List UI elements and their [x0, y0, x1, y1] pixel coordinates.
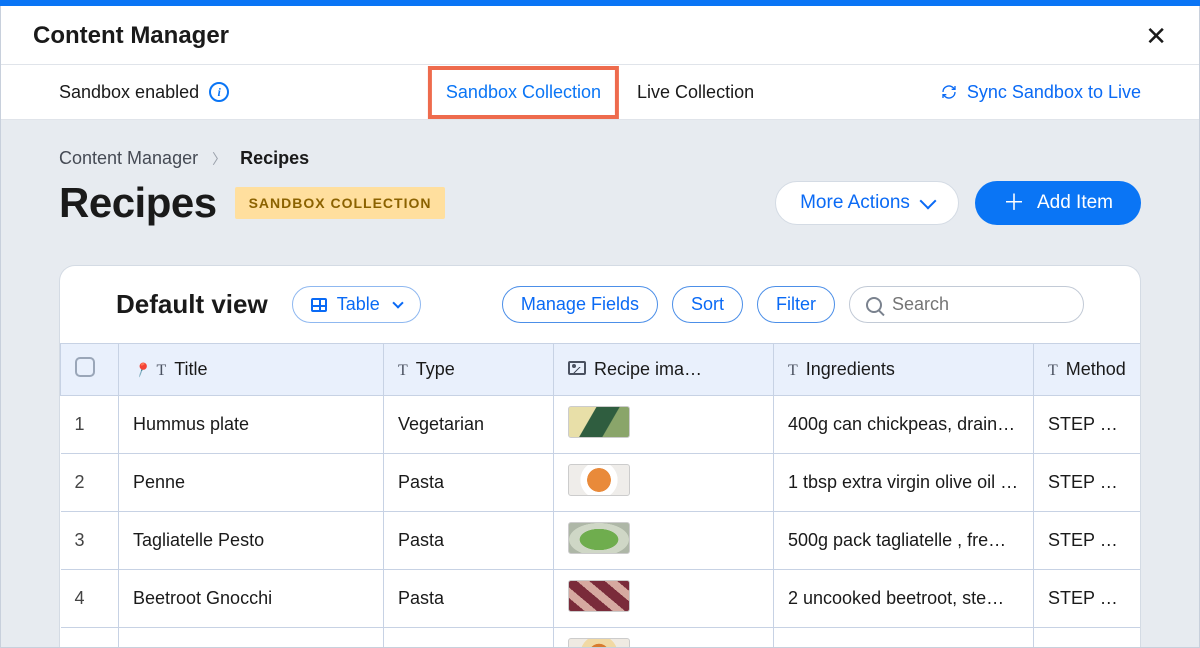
- data-card: Default view Table Manage Fields Sort Fi…: [59, 265, 1141, 648]
- row-number: 1: [61, 396, 119, 454]
- text-type-icon: T: [1048, 362, 1058, 380]
- close-button[interactable]: ✕: [1145, 23, 1167, 49]
- cell-ingredients[interactable]: 1 tbsp olive oil 4 rashers s…: [774, 628, 1034, 648]
- cell-title[interactable]: Spaghetti Bolognese: [119, 628, 384, 648]
- sandbox-status: Sandbox enabled i: [59, 82, 229, 103]
- search-icon: [866, 297, 882, 313]
- column-method[interactable]: TMethod: [1034, 344, 1141, 396]
- add-item-label: Add Item: [1037, 192, 1113, 214]
- cell-type[interactable]: Vegetarian: [384, 396, 554, 454]
- view-mode-selector[interactable]: Table: [292, 286, 421, 323]
- cell-method[interactable]: STEP 1 Thoroughly rinse: [1034, 396, 1141, 454]
- row-number: 3: [61, 512, 119, 570]
- manage-fields-button[interactable]: Manage Fields: [502, 286, 658, 323]
- app-title: Content Manager: [33, 22, 229, 50]
- table-icon: [311, 298, 327, 312]
- collection-sub-bar: Sandbox enabled i Sandbox Collection Liv…: [1, 65, 1199, 120]
- filter-button[interactable]: Filter: [757, 286, 835, 323]
- sandbox-badge: SANDBOX COLLECTION: [235, 187, 446, 219]
- cell-method[interactable]: STEP 1 Heat the oil in a f: [1034, 454, 1141, 512]
- column-type[interactable]: TType: [384, 344, 554, 396]
- sandbox-status-label: Sandbox enabled: [59, 82, 199, 103]
- cell-image[interactable]: [554, 512, 774, 570]
- cell-image[interactable]: [554, 454, 774, 512]
- column-image[interactable]: Recipe ima…: [554, 344, 774, 396]
- cell-type[interactable]: Pasta: [384, 454, 554, 512]
- row-number: 4: [61, 570, 119, 628]
- info-icon[interactable]: i: [209, 82, 229, 102]
- tab-live-collection[interactable]: Live Collection: [619, 66, 772, 119]
- cell-image[interactable]: [554, 396, 774, 454]
- column-ingredients[interactable]: TIngredients: [774, 344, 1034, 396]
- table-row[interactable]: 5 Spaghetti Bolognese Pasta 1 tbsp olive…: [61, 628, 1141, 648]
- search-field[interactable]: [849, 286, 1084, 323]
- sync-sandbox-button[interactable]: Sync Sandbox to Live: [941, 82, 1141, 103]
- row-number: 5: [61, 628, 119, 648]
- sync-icon: [941, 84, 957, 100]
- more-actions-button[interactable]: More Actions: [775, 181, 959, 225]
- column-title[interactable]: 📍TTitle: [119, 344, 384, 396]
- cell-title[interactable]: Penne: [119, 454, 384, 512]
- table-header-row: 📍TTitle TType Recipe ima… TIngredients T…: [61, 344, 1141, 396]
- breadcrumb: Content Manager 〉 Recipes: [59, 148, 1141, 169]
- table-row[interactable]: 4 Beetroot Gnocchi Pasta 2 uncooked beet…: [61, 570, 1141, 628]
- add-item-button[interactable]: ＋ Add Item: [975, 181, 1141, 225]
- select-all-header[interactable]: [61, 344, 119, 396]
- pin-icon: 📍: [131, 360, 153, 382]
- more-actions-label: More Actions: [800, 192, 910, 214]
- row-number: 2: [61, 454, 119, 512]
- cell-ingredients[interactable]: 1 tbsp extra virgin olive oil …: [774, 454, 1034, 512]
- sync-label: Sync Sandbox to Live: [967, 82, 1141, 103]
- recipe-thumbnail: [568, 406, 630, 438]
- app-frame: Content Manager ✕ Sandbox enabled i Sand…: [0, 6, 1200, 648]
- cell-type[interactable]: Pasta: [384, 570, 554, 628]
- recipe-thumbnail: [568, 638, 630, 648]
- cell-type[interactable]: Pasta: [384, 512, 554, 570]
- tab-sandbox-collection[interactable]: Sandbox Collection: [428, 66, 619, 119]
- cell-title[interactable]: Tagliatelle Pesto: [119, 512, 384, 570]
- cell-image[interactable]: [554, 628, 774, 648]
- table-row[interactable]: 2 Penne Pasta 1 tbsp extra virgin olive …: [61, 454, 1141, 512]
- collection-tabs: Sandbox Collection Live Collection: [428, 66, 772, 119]
- recipe-thumbnail: [568, 580, 630, 612]
- search-input[interactable]: [892, 294, 1067, 315]
- cell-method[interactable]: STEP 1 Boil spaghetti in a: [1034, 512, 1141, 570]
- table-row[interactable]: 3 Tagliatelle Pesto Pasta 500g pack tagl…: [61, 512, 1141, 570]
- sort-button[interactable]: Sort: [672, 286, 743, 323]
- cell-ingredients[interactable]: 500g pack tagliatelle , fre…: [774, 512, 1034, 570]
- chevron-right-icon: 〉: [212, 149, 226, 169]
- view-mode-label: Table: [337, 294, 380, 315]
- header-bar: Content Manager ✕: [1, 6, 1199, 65]
- cell-ingredients[interactable]: 400g can chickpeas, drain…: [774, 396, 1034, 454]
- chevron-down-icon: [919, 193, 936, 210]
- data-table: 📍TTitle TType Recipe ima… TIngredients T…: [60, 343, 1140, 648]
- page-title: Recipes: [59, 179, 217, 227]
- cell-method[interactable]: STEP 1 Heat the oven to: [1034, 570, 1141, 628]
- text-type-icon: T: [156, 362, 166, 380]
- cell-title[interactable]: Hummus plate: [119, 396, 384, 454]
- cell-type[interactable]: Pasta: [384, 628, 554, 648]
- breadcrumb-root[interactable]: Content Manager: [59, 148, 198, 169]
- page-title-row: Recipes SANDBOX COLLECTION More Actions …: [59, 179, 1141, 227]
- recipe-thumbnail: [568, 522, 630, 554]
- cell-title[interactable]: Beetroot Gnocchi: [119, 570, 384, 628]
- text-type-icon: T: [398, 362, 408, 380]
- view-name: Default view: [116, 289, 268, 320]
- cell-ingredients[interactable]: 2 uncooked beetroot, ste…: [774, 570, 1034, 628]
- breadcrumb-current: Recipes: [240, 148, 309, 169]
- image-icon: [568, 361, 586, 375]
- checkbox-icon: [75, 357, 95, 377]
- cell-method[interactable]: STEP 1 Put a large sauce: [1034, 628, 1141, 648]
- chevron-down-icon: [392, 297, 403, 308]
- page-body: Content Manager 〉 Recipes Recipes SANDBO…: [1, 120, 1199, 648]
- table-row[interactable]: 1 Hummus plate Vegetarian 400g can chick…: [61, 396, 1141, 454]
- text-type-icon: T: [788, 362, 798, 380]
- cell-image[interactable]: [554, 570, 774, 628]
- recipe-thumbnail: [568, 464, 630, 496]
- view-toolbar: Default view Table Manage Fields Sort Fi…: [60, 266, 1140, 343]
